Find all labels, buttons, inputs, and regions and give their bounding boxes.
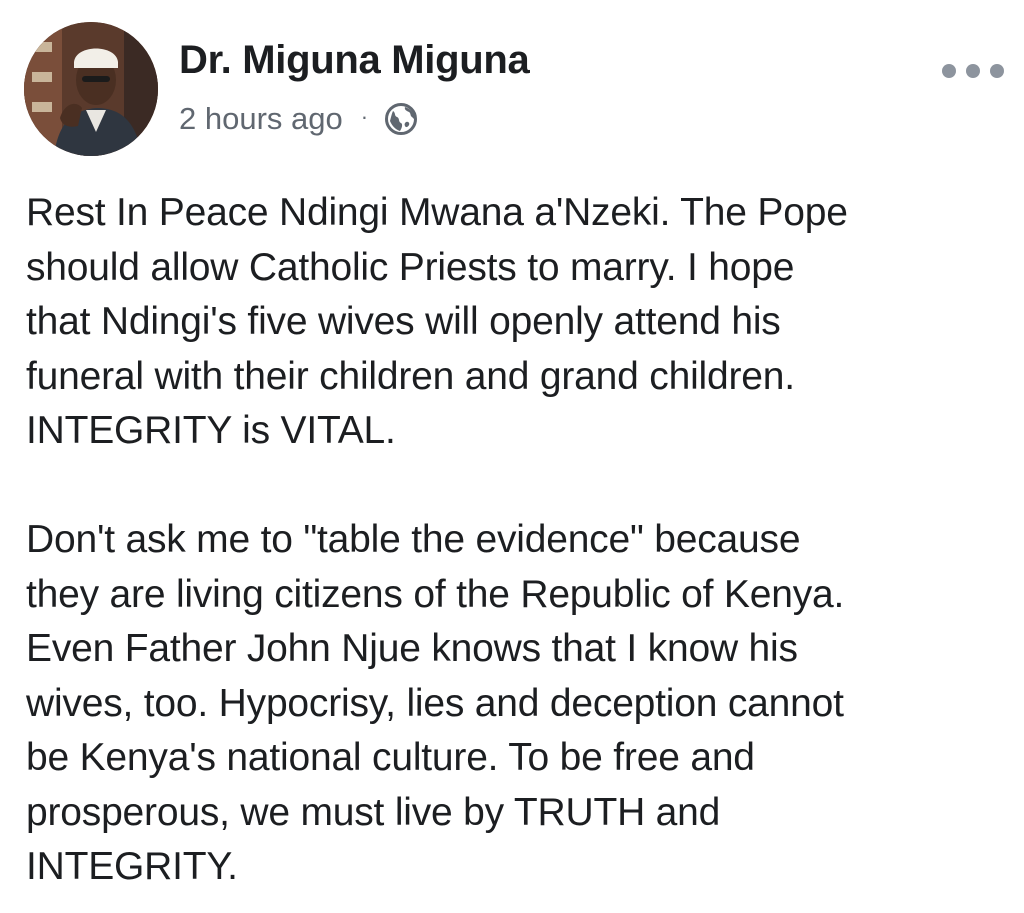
post-timestamp[interactable]: 2 hours ago	[179, 101, 343, 137]
facebook-post: Dr. Miguna Miguna 2 hours ago · Rest In …	[0, 0, 1024, 913]
author-avatar[interactable]	[24, 22, 158, 156]
post-paragraph: Don't ask me to "table the evidence" bec…	[26, 518, 845, 888]
post-body: Rest In Peace Ndingi Mwana a'Nzeki. The …	[26, 186, 1001, 895]
meta-separator: ·	[360, 104, 369, 129]
more-dot	[966, 64, 980, 78]
author-name[interactable]: Dr. Miguna Miguna	[179, 38, 530, 83]
more-dot	[942, 64, 956, 78]
more-dot	[990, 64, 1004, 78]
post-header: Dr. Miguna Miguna 2 hours ago ·	[24, 22, 1004, 158]
post-meta: 2 hours ago ·	[179, 98, 418, 140]
globe-icon[interactable]	[384, 102, 418, 136]
more-options-icon[interactable]	[942, 56, 1004, 86]
avatar-photo	[24, 22, 158, 156]
post-paragraph: Rest In Peace Ndingi Mwana a'Nzeki. The …	[26, 191, 848, 452]
